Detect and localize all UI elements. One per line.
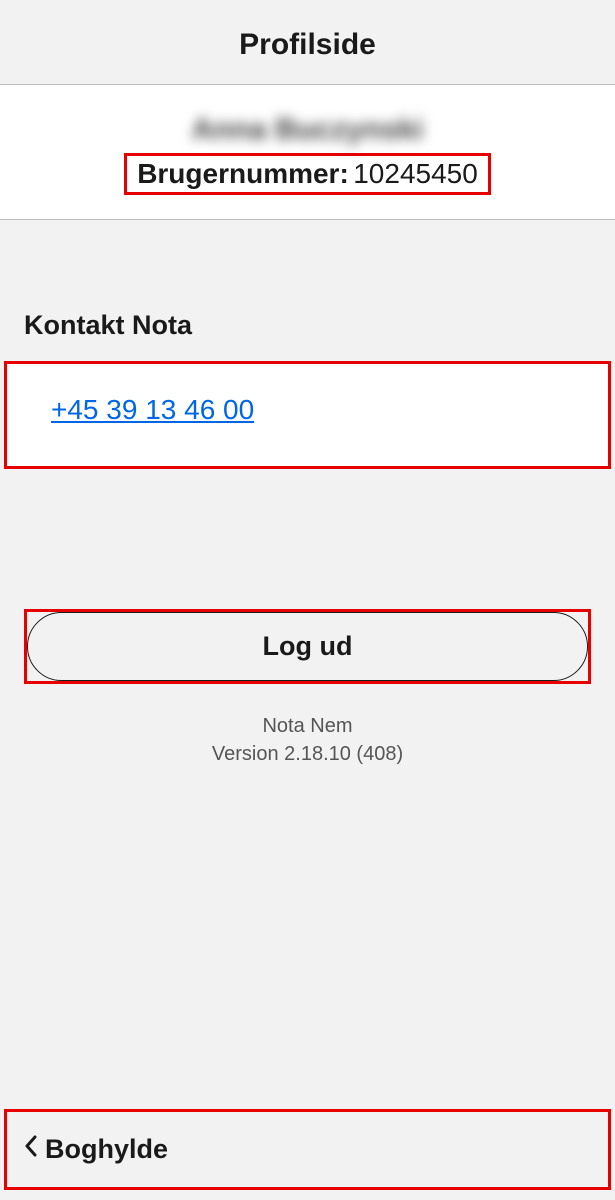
- page-title: Profilside: [0, 28, 615, 62]
- user-number-label: Brugernummer:: [137, 158, 349, 189]
- page-header: Profilside: [0, 0, 615, 85]
- app-info: Nota Nem Version 2.18.10 (408): [0, 712, 615, 768]
- app-name: Nota Nem: [0, 712, 615, 740]
- back-to-bookshelf[interactable]: Boghylde: [4, 1109, 611, 1190]
- chevron-left-icon: [23, 1134, 39, 1165]
- back-label: Boghylde: [45, 1134, 168, 1165]
- profile-card: Anna Buczynski Brugernummer: 10245450: [0, 85, 615, 220]
- app-version: Version 2.18.10 (408): [0, 740, 615, 768]
- user-number-highlight: Brugernummer: 10245450: [124, 153, 491, 195]
- contact-section: Kontakt Nota: [0, 220, 615, 361]
- logout-highlight-box: Log ud: [24, 609, 591, 684]
- profile-name: Anna Buczynski: [192, 113, 424, 147]
- phone-highlight-box: +45 39 13 46 00: [4, 361, 611, 469]
- contact-phone-link[interactable]: +45 39 13 46 00: [51, 394, 254, 425]
- contact-heading: Kontakt Nota: [24, 310, 591, 341]
- logout-button[interactable]: Log ud: [27, 612, 588, 681]
- user-number-value: 10245450: [353, 158, 478, 189]
